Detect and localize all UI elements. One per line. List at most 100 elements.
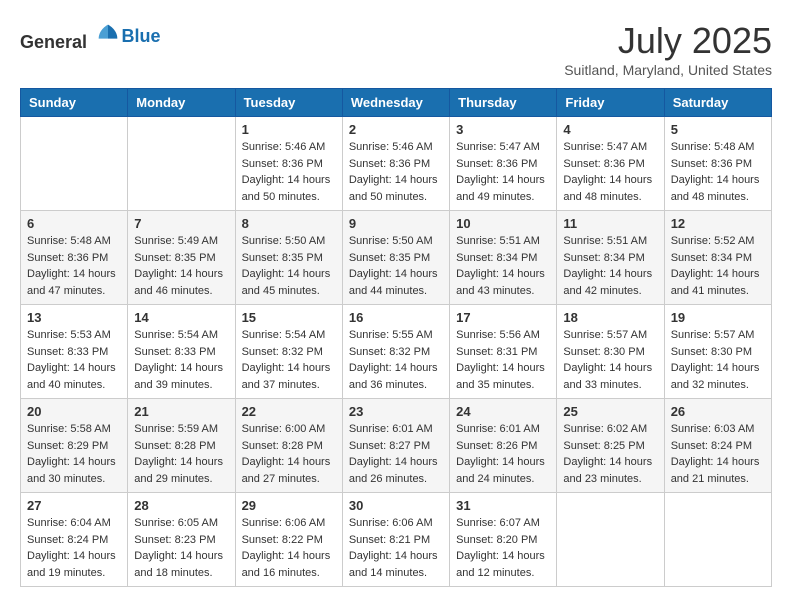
day-number: 7 — [134, 216, 228, 231]
calendar-cell: 30 Sunrise: 6:06 AM Sunset: 8:21 PM Dayli… — [342, 493, 449, 587]
page-header: General Blue July 2025 Suitland, Marylan… — [20, 20, 772, 78]
calendar-cell: 25Sunrise: 6:02 AM Sunset: 8:25 PM Dayli… — [557, 399, 664, 493]
calendar-cell: 22 Sunrise: 6:00 AM Sunset: 8:28 PM Dayli… — [235, 399, 342, 493]
calendar-cell: 7 Sunrise: 5:49 AM Sunset: 8:35 PM Daylig… — [128, 211, 235, 305]
calendar-cell: 21 Sunrise: 5:59 AM Sunset: 8:28 PM Dayli… — [128, 399, 235, 493]
day-number: 25 — [563, 404, 657, 419]
day-number: 6 — [27, 216, 121, 231]
day-number: 5 — [671, 122, 765, 137]
calendar-cell: 31 Sunrise: 6:07 AM Sunset: 8:20 PM Dayli… — [450, 493, 557, 587]
cell-content: Sunrise: 5:46 AM Sunset: 8:36 PM Dayligh… — [349, 139, 443, 205]
calendar-header: SundayMondayTuesdayWednesdayThursdayFrid… — [21, 89, 772, 117]
day-number: 28 — [134, 498, 228, 513]
cell-content: Sunrise: 6:00 AM Sunset: 8:28 PM Dayligh… — [242, 421, 336, 487]
day-number: 27 — [27, 498, 121, 513]
title-area: July 2025 Suitland, Maryland, United Sta… — [564, 20, 772, 78]
cell-content: Sunrise: 5:48 AM Sunset: 8:36 PM Dayligh… — [671, 139, 765, 205]
day-number: 24 — [456, 404, 550, 419]
day-number: 23 — [349, 404, 443, 419]
day-number: 16 — [349, 310, 443, 325]
cell-content: Sunrise: 6:05 AM Sunset: 8:23 PM Dayligh… — [134, 515, 228, 581]
cell-content: Sunrise: 5:52 AM Sunset: 8:34 PM Dayligh… — [671, 233, 765, 299]
calendar-cell: 2 Sunrise: 5:46 AM Sunset: 8:36 PM Daylig… — [342, 117, 449, 211]
day-number: 12 — [671, 216, 765, 231]
cell-content: Sunrise: 5:51 AM Sunset: 8:34 PM Dayligh… — [456, 233, 550, 299]
day-header-monday: Monday — [128, 89, 235, 117]
calendar-cell — [128, 117, 235, 211]
cell-content: Sunrise: 5:53 AM Sunset: 8:33 PM Dayligh… — [27, 327, 121, 393]
day-header-thursday: Thursday — [450, 89, 557, 117]
week-row-1: 1Sunrise: 5:46 AM Sunset: 8:36 PM Daylig… — [21, 117, 772, 211]
day-number: 3 — [456, 122, 550, 137]
cell-content: Sunrise: 5:58 AM Sunset: 8:29 PM Dayligh… — [27, 421, 121, 487]
calendar-cell: 23Sunrise: 6:01 AM Sunset: 8:27 PM Dayli… — [342, 399, 449, 493]
cell-content: Sunrise: 5:56 AM Sunset: 8:31 PM Dayligh… — [456, 327, 550, 393]
day-number: 20 — [27, 404, 121, 419]
cell-content: Sunrise: 5:47 AM Sunset: 8:36 PM Dayligh… — [456, 139, 550, 205]
cell-content: Sunrise: 6:06 AM Sunset: 8:21 PM Dayligh… — [349, 515, 443, 581]
calendar-cell: 8 Sunrise: 5:50 AM Sunset: 8:35 PM Daylig… — [235, 211, 342, 305]
calendar-cell: 14Sunrise: 5:54 AM Sunset: 8:33 PM Dayli… — [128, 305, 235, 399]
calendar-cell: 26 Sunrise: 6:03 AM Sunset: 8:24 PM Dayli… — [664, 399, 771, 493]
day-number: 11 — [563, 216, 657, 231]
calendar-cell: 18 Sunrise: 5:57 AM Sunset: 8:30 PM Dayli… — [557, 305, 664, 399]
cell-content: Sunrise: 5:50 AM Sunset: 8:35 PM Dayligh… — [349, 233, 443, 299]
day-headers-row: SundayMondayTuesdayWednesdayThursdayFrid… — [21, 89, 772, 117]
calendar-table: SundayMondayTuesdayWednesdayThursdayFrid… — [20, 88, 772, 587]
week-row-5: 27 Sunrise: 6:04 AM Sunset: 8:24 PM Dayli… — [21, 493, 772, 587]
logo-general-text: General — [20, 32, 87, 52]
calendar-body: 1Sunrise: 5:46 AM Sunset: 8:36 PM Daylig… — [21, 117, 772, 587]
calendar-cell — [21, 117, 128, 211]
day-header-tuesday: Tuesday — [235, 89, 342, 117]
cell-content: Sunrise: 5:48 AM Sunset: 8:36 PM Dayligh… — [27, 233, 121, 299]
day-number: 30 — [349, 498, 443, 513]
calendar-cell: 4Sunrise: 5:47 AM Sunset: 8:36 PM Daylig… — [557, 117, 664, 211]
day-number: 4 — [563, 122, 657, 137]
cell-content: Sunrise: 5:50 AM Sunset: 8:35 PM Dayligh… — [242, 233, 336, 299]
cell-content: Sunrise: 5:49 AM Sunset: 8:35 PM Dayligh… — [134, 233, 228, 299]
cell-content: Sunrise: 5:59 AM Sunset: 8:28 PM Dayligh… — [134, 421, 228, 487]
day-number: 18 — [563, 310, 657, 325]
day-number: 19 — [671, 310, 765, 325]
cell-content: Sunrise: 5:46 AM Sunset: 8:36 PM Dayligh… — [242, 139, 336, 205]
day-header-saturday: Saturday — [664, 89, 771, 117]
calendar-cell: 1Sunrise: 5:46 AM Sunset: 8:36 PM Daylig… — [235, 117, 342, 211]
calendar-cell: 5 Sunrise: 5:48 AM Sunset: 8:36 PM Daylig… — [664, 117, 771, 211]
cell-content: Sunrise: 5:57 AM Sunset: 8:30 PM Dayligh… — [563, 327, 657, 393]
location: Suitland, Maryland, United States — [564, 62, 772, 78]
calendar-cell: 17Sunrise: 5:56 AM Sunset: 8:31 PM Dayli… — [450, 305, 557, 399]
calendar-cell: 15Sunrise: 5:54 AM Sunset: 8:32 PM Dayli… — [235, 305, 342, 399]
cell-content: Sunrise: 5:51 AM Sunset: 8:34 PM Dayligh… — [563, 233, 657, 299]
calendar-cell: 10 Sunrise: 5:51 AM Sunset: 8:34 PM Dayli… — [450, 211, 557, 305]
logo: General Blue — [20, 20, 161, 53]
calendar-cell: 28 Sunrise: 6:05 AM Sunset: 8:23 PM Dayli… — [128, 493, 235, 587]
calendar-cell — [664, 493, 771, 587]
cell-content: Sunrise: 5:54 AM Sunset: 8:33 PM Dayligh… — [134, 327, 228, 393]
cell-content: Sunrise: 6:04 AM Sunset: 8:24 PM Dayligh… — [27, 515, 121, 581]
day-header-friday: Friday — [557, 89, 664, 117]
day-number: 31 — [456, 498, 550, 513]
calendar-cell: 6 Sunrise: 5:48 AM Sunset: 8:36 PM Daylig… — [21, 211, 128, 305]
day-number: 22 — [242, 404, 336, 419]
logo-icon — [94, 20, 122, 48]
day-number: 9 — [349, 216, 443, 231]
cell-content: Sunrise: 6:07 AM Sunset: 8:20 PM Dayligh… — [456, 515, 550, 581]
calendar-cell — [557, 493, 664, 587]
cell-content: Sunrise: 5:57 AM Sunset: 8:30 PM Dayligh… — [671, 327, 765, 393]
cell-content: Sunrise: 6:01 AM Sunset: 8:26 PM Dayligh… — [456, 421, 550, 487]
calendar-cell: 19 Sunrise: 5:57 AM Sunset: 8:30 PM Dayli… — [664, 305, 771, 399]
calendar-cell: 13 Sunrise: 5:53 AM Sunset: 8:33 PM Dayli… — [21, 305, 128, 399]
week-row-2: 6 Sunrise: 5:48 AM Sunset: 8:36 PM Daylig… — [21, 211, 772, 305]
day-number: 8 — [242, 216, 336, 231]
calendar-cell: 12 Sunrise: 5:52 AM Sunset: 8:34 PM Dayli… — [664, 211, 771, 305]
day-number: 29 — [242, 498, 336, 513]
calendar-cell: 29Sunrise: 6:06 AM Sunset: 8:22 PM Dayli… — [235, 493, 342, 587]
cell-content: Sunrise: 6:03 AM Sunset: 8:24 PM Dayligh… — [671, 421, 765, 487]
week-row-3: 13 Sunrise: 5:53 AM Sunset: 8:33 PM Dayli… — [21, 305, 772, 399]
day-number: 13 — [27, 310, 121, 325]
day-number: 21 — [134, 404, 228, 419]
day-number: 26 — [671, 404, 765, 419]
day-number: 10 — [456, 216, 550, 231]
day-number: 2 — [349, 122, 443, 137]
day-header-sunday: Sunday — [21, 89, 128, 117]
